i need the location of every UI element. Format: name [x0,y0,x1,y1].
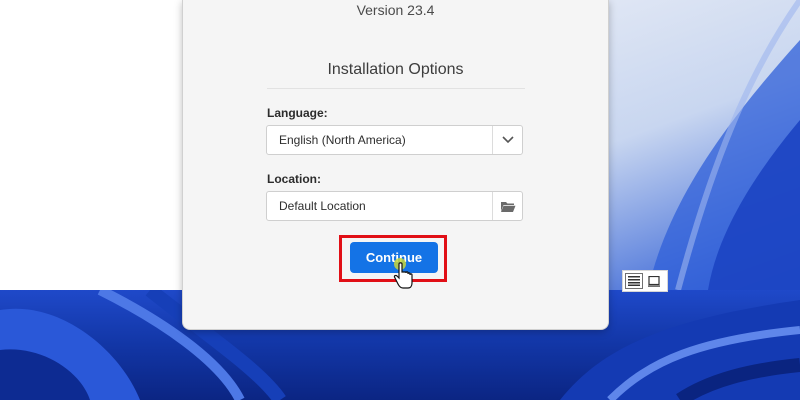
location-value: Default Location [279,199,366,213]
details-view-icon[interactable] [625,273,643,289]
language-value: English (North America) [279,133,406,147]
language-label: Language: [267,106,328,120]
background-window [0,0,182,291]
wallpaper-swirl-graphic [648,0,800,290]
installation-options-heading: Installation Options [327,61,464,78]
language-select[interactable]: English (North America) [266,125,523,155]
location-label: Location: [267,172,321,186]
folder-icon[interactable] [492,192,522,220]
version-label: Version 23.4 [356,2,435,18]
hand-cursor-icon [393,258,413,289]
preview-view-icon[interactable] [645,273,663,289]
location-field[interactable]: Default Location [266,191,523,221]
chevron-down-icon[interactable] [492,126,522,154]
section-divider [267,88,525,89]
desktop-wallpaper-right [608,0,800,290]
view-toggle [622,270,668,292]
